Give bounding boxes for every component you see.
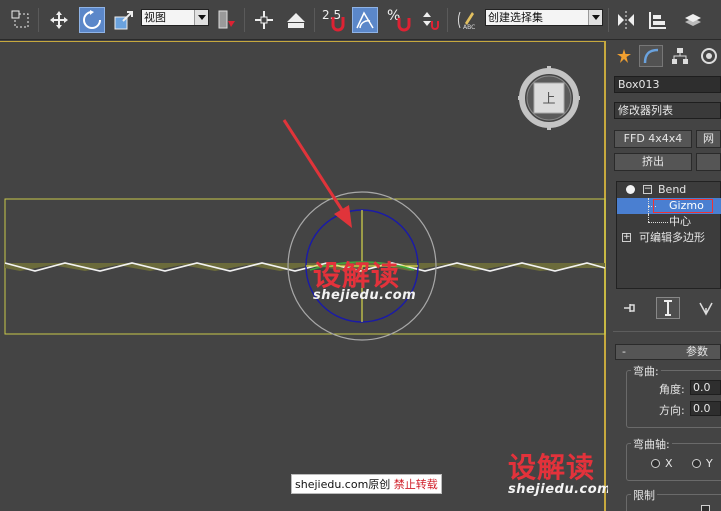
- magnet-snap-icon[interactable]: [328, 14, 348, 34]
- angle-spinner[interactable]: 0.0: [690, 380, 721, 395]
- reference-coordinate-value: 视图: [144, 11, 166, 24]
- tree-line: [648, 214, 649, 222]
- stack-item-gizmo-label: Gizmo: [669, 199, 704, 212]
- right-watermark-url: shejiedu.com: [508, 482, 612, 497]
- rollout-title: 参数: [686, 345, 708, 358]
- pivot-center-icon[interactable]: [213, 7, 239, 33]
- percent-magnet-icon[interactable]: [394, 14, 414, 34]
- angle-label: 角度:: [659, 383, 685, 396]
- select-region-icon[interactable]: [8, 7, 34, 33]
- stack-item-editable-poly-label: 可编辑多边形: [639, 231, 705, 244]
- copyright-label: shejiedu.com原创 禁止转载: [291, 474, 442, 494]
- center-watermark-url: shejiedu.com: [313, 288, 417, 303]
- limit-group-label: 限制: [631, 487, 657, 503]
- hierarchy-tab-icon[interactable]: [668, 45, 692, 67]
- object-name-field[interactable]: Box013: [614, 76, 721, 93]
- ffd-button-right[interactable]: 网: [696, 130, 721, 148]
- axis-x-radio[interactable]: [651, 459, 660, 468]
- right-watermark: 设解读 shejiedu.com: [508, 446, 611, 497]
- align-icon[interactable]: [645, 7, 671, 33]
- limit-checkbox[interactable]: [701, 505, 710, 511]
- select-manipulate-icon[interactable]: [251, 7, 277, 33]
- bend-axis-group-label: 弯曲轴:: [631, 436, 672, 452]
- layer-manager-icon[interactable]: [680, 7, 706, 33]
- rotate-tool-icon[interactable]: [79, 7, 105, 33]
- extrude-button[interactable]: 挤出: [614, 153, 692, 171]
- collapse-minus-icon[interactable]: −: [643, 185, 652, 194]
- annotation-arrow: [282, 119, 344, 211]
- move-tool-icon[interactable]: [46, 7, 72, 33]
- extra-button[interactable]: [696, 153, 721, 171]
- mirror-icon[interactable]: [613, 7, 639, 33]
- modifier-list-dropdown[interactable]: 修改器列表: [614, 102, 721, 119]
- direction-spinner[interactable]: 0.0: [690, 401, 721, 416]
- command-panel-tabs: [608, 41, 721, 71]
- axis-y-radio[interactable]: [692, 459, 701, 468]
- stack-item-editable-poly[interactable]: + 可编辑多边形: [617, 230, 721, 246]
- named-selection-set-dropdown[interactable]: 创建选择集: [485, 9, 603, 26]
- lightbulb-icon[interactable]: [626, 185, 635, 194]
- direction-label: 方向:: [659, 404, 685, 417]
- modifier-stack[interactable]: − Bend Gizmo 中心 + 可编辑多边形: [616, 181, 721, 289]
- chevron-down-icon: [588, 10, 602, 25]
- stack-item-center-label: 中心: [669, 215, 691, 228]
- reference-coordinate-dropdown[interactable]: 视图: [141, 9, 209, 26]
- svg-text:ABC: ABC: [463, 24, 475, 31]
- axis-y-label: Y: [706, 457, 713, 470]
- keyboard-shortcut-icon[interactable]: [283, 7, 309, 33]
- stack-item-bend[interactable]: − Bend: [617, 182, 721, 198]
- parameters-rollout-header[interactable]: - 参数: [615, 344, 721, 360]
- modify-tab-icon[interactable]: [639, 45, 663, 67]
- main-toolbar: 视图 2.5 % ABC 创建选择集: [0, 0, 721, 40]
- axis-x-label: X: [665, 457, 673, 470]
- stack-item-gizmo[interactable]: Gizmo: [617, 198, 721, 214]
- show-end-result-icon[interactable]: [656, 297, 680, 319]
- perspective-viewport[interactable]: 上 设解读 shejiedu.com 设解读 shejiedu.com shej…: [0, 41, 611, 511]
- viewcube: 上: [518, 66, 580, 130]
- pin-stack-icon[interactable]: [618, 297, 642, 319]
- ffd-button[interactable]: FFD 4x4x4: [614, 130, 692, 148]
- motion-tab-icon[interactable]: [697, 45, 721, 67]
- rollout-collapse-label: -: [622, 345, 626, 358]
- viewcube-face-label: 上: [542, 92, 555, 107]
- copyright-site: shejiedu.com原创: [295, 478, 391, 491]
- named-selection-set-value: 创建选择集: [488, 11, 543, 24]
- right-watermark-brand: 设解读: [508, 451, 596, 484]
- parameters-rollout: - 参数 弯曲: 角度: 0.0 方向: 0.0 弯曲轴: X Y 限制: [613, 331, 721, 511]
- make-unique-icon[interactable]: [694, 297, 718, 319]
- command-panel: Box013 修改器列表 FFD 4x4x4 网 挤出 − Bend Gizmo…: [608, 41, 721, 511]
- center-watermark: 设解读 shejiedu.com: [313, 254, 416, 303]
- edit-named-selection-icon[interactable]: ABC: [454, 7, 480, 33]
- chevron-down-icon: [194, 10, 208, 25]
- scale-tool-icon[interactable]: [111, 7, 137, 33]
- create-tab-icon[interactable]: [612, 45, 636, 67]
- bend-group-label: 弯曲:: [631, 363, 661, 379]
- viewport-scene: 上: [4, 66, 606, 341]
- stack-item-center[interactable]: 中心: [617, 214, 721, 230]
- expand-plus-icon[interactable]: +: [622, 233, 631, 242]
- stack-tools: [616, 295, 721, 321]
- spinner-snap-icon[interactable]: [416, 7, 442, 33]
- bent-mesh: [4, 262, 606, 272]
- copyright-notice: 禁止转载: [393, 478, 438, 491]
- stack-item-bend-label: Bend: [658, 183, 687, 196]
- tree-line: [648, 222, 668, 223]
- angle-snap-icon[interactable]: [352, 7, 378, 33]
